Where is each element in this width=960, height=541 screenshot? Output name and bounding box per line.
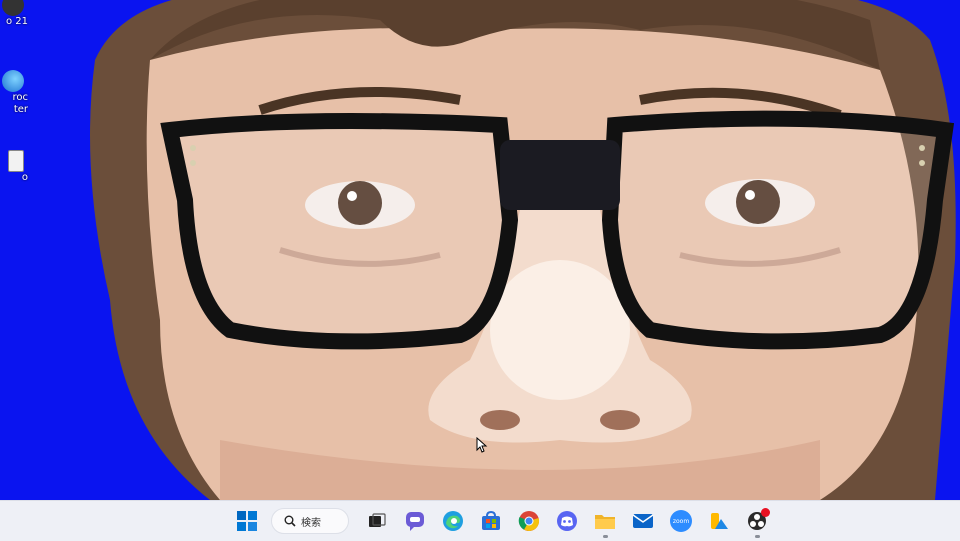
taskbar: 検索 zoom xyxy=(0,500,960,541)
task-view-icon xyxy=(369,513,386,527)
mouse-cursor-icon xyxy=(476,437,488,453)
desktop-icon-label: roc ter xyxy=(12,92,28,115)
desktop: o 21 roc ter o xyxy=(0,0,960,500)
task-view-button[interactable] xyxy=(359,503,395,539)
photos-button[interactable] xyxy=(701,503,737,539)
store-icon xyxy=(482,511,500,530)
zoom-icon: zoom xyxy=(670,510,692,532)
search-icon xyxy=(284,515,296,527)
zoom-button[interactable]: zoom xyxy=(663,503,699,539)
zoom-label: zoom xyxy=(672,517,690,525)
running-indicator xyxy=(603,535,608,538)
obs-button[interactable] xyxy=(739,503,775,539)
discord-icon xyxy=(557,511,577,531)
notification-badge xyxy=(761,508,770,517)
start-button[interactable] xyxy=(229,503,265,539)
windows-logo-icon xyxy=(237,511,257,531)
desktop-icon-label: o xyxy=(21,172,28,183)
search-input[interactable]: 検索 xyxy=(271,508,349,534)
file-explorer-button[interactable] xyxy=(587,503,623,539)
discord-button[interactable] xyxy=(549,503,585,539)
desktop-icon-label: o 21 xyxy=(5,16,28,27)
edge-icon xyxy=(443,511,463,531)
mail-button[interactable] xyxy=(625,503,661,539)
desktop-icon[interactable]: roc ter xyxy=(0,70,28,116)
chat-icon xyxy=(406,512,424,531)
desktop-icon[interactable]: o 21 xyxy=(0,0,28,28)
chrome-button[interactable] xyxy=(511,503,547,539)
photos-icon xyxy=(711,513,728,529)
store-button[interactable] xyxy=(473,503,509,539)
mail-icon xyxy=(632,514,654,528)
chat-button[interactable] xyxy=(397,503,433,539)
search-label: 検索 xyxy=(301,517,321,529)
edge-button[interactable] xyxy=(435,503,471,539)
app-icon xyxy=(2,0,24,16)
wallpaper-face-image xyxy=(90,0,956,500)
chrome-icon xyxy=(518,511,540,531)
desktop-icon[interactable]: o xyxy=(0,150,28,184)
folder-icon xyxy=(595,515,615,529)
document-icon xyxy=(8,150,24,172)
app-icon xyxy=(2,70,24,92)
running-indicator xyxy=(755,535,760,538)
